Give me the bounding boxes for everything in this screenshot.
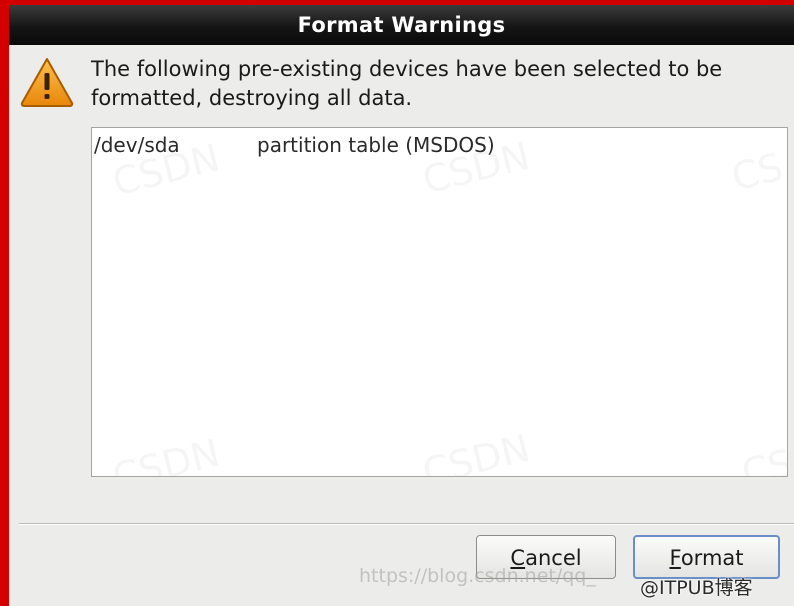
format-button[interactable]: Format	[633, 535, 780, 579]
cancel-button[interactable]: Cancel	[476, 535, 616, 579]
csdn-watermark: CSDN	[108, 431, 224, 476]
warning-message: The following pre-existing devices have …	[91, 57, 723, 110]
csdn-watermark: CS	[737, 441, 787, 476]
warning-icon	[19, 55, 75, 109]
device-list[interactable]: CSDN CSDN CS CSDN CSDN CS /dev/sda parti…	[91, 127, 788, 477]
device-row[interactable]: /dev/sda partition table (MSDOS)	[92, 133, 787, 163]
dialog-title: Format Warnings	[9, 5, 794, 45]
format-warnings-dialog: Format Warnings The following pre-existi…	[9, 5, 794, 606]
csdn-watermark: CSDN	[418, 426, 534, 476]
button-separator	[19, 523, 794, 525]
device-description: partition table (MSDOS)	[257, 133, 495, 157]
device-name: /dev/sda	[94, 133, 180, 157]
